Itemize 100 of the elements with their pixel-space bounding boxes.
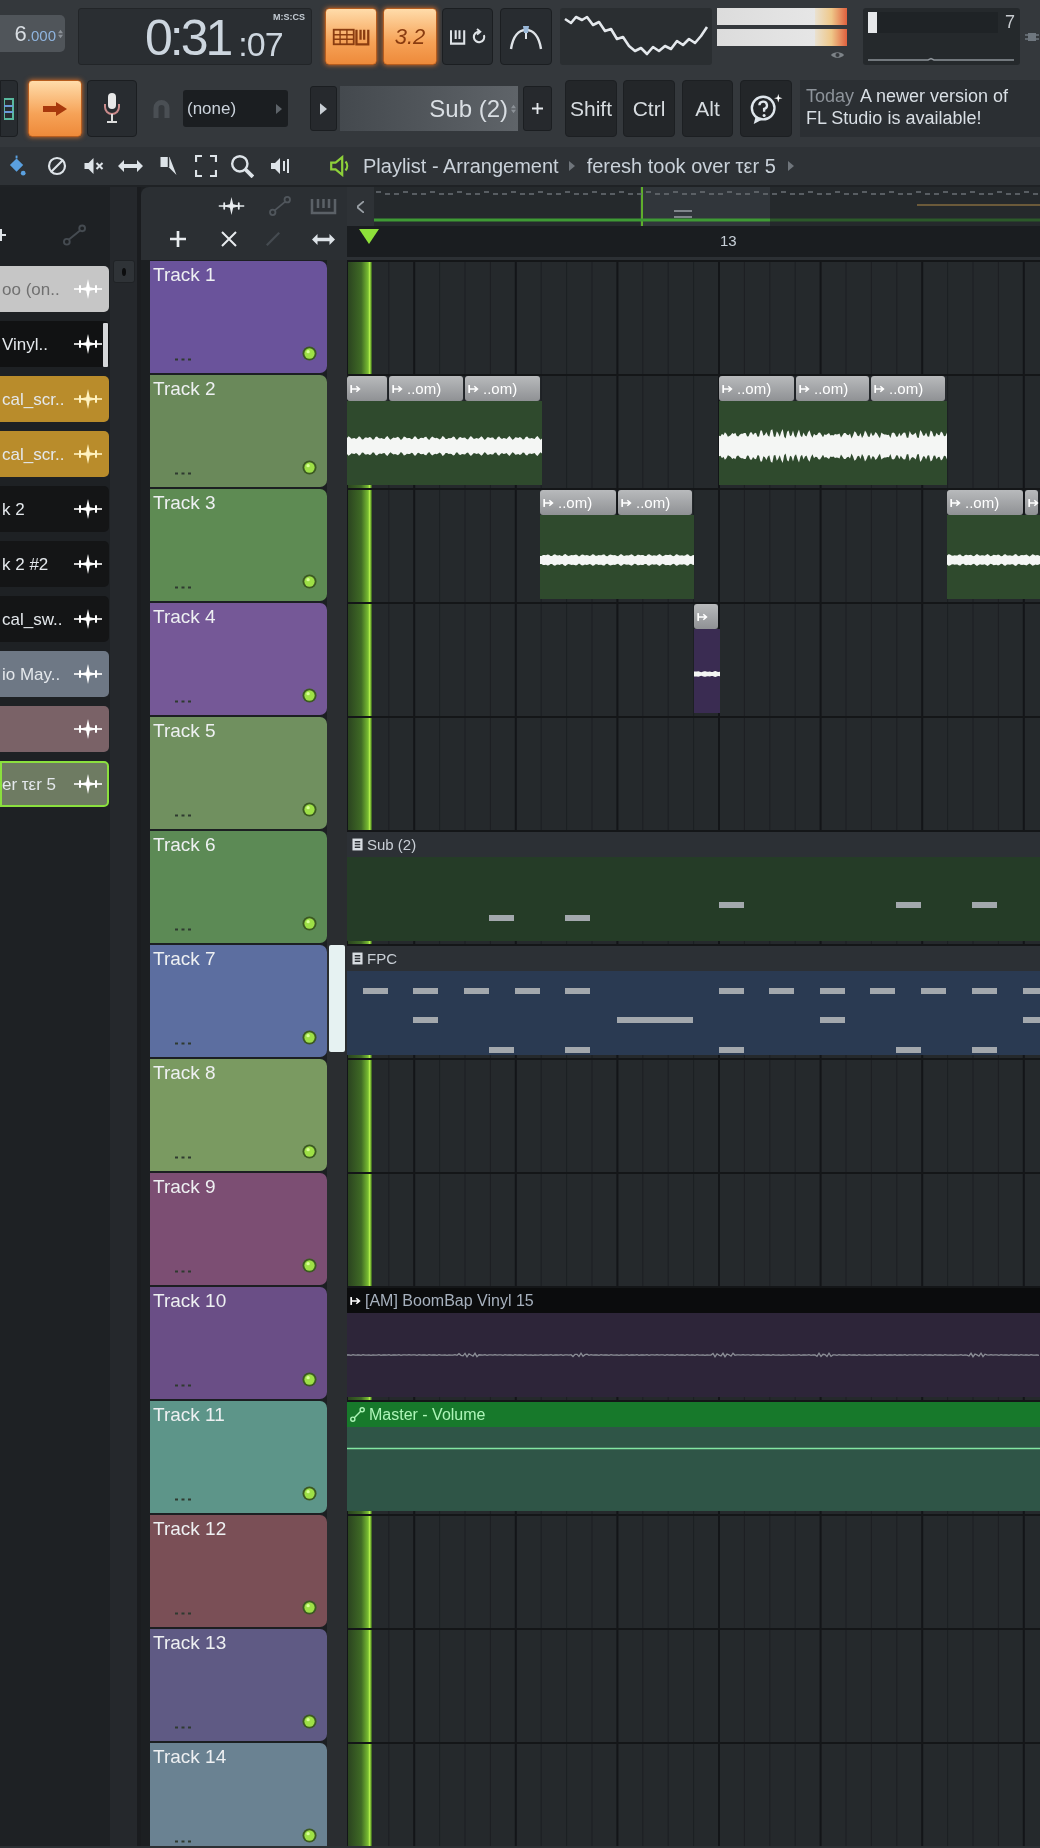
track-header[interactable]: Track 13 (150, 1629, 327, 1741)
tempo-display[interactable]: 6.000 (0, 15, 65, 52)
time-display[interactable]: 0:31 :07 M:S:CS (78, 8, 312, 65)
grip-dots-icon[interactable] (175, 814, 191, 817)
clip-body[interactable] (947, 515, 1025, 599)
track-header[interactable]: Track 14 (150, 1743, 327, 1846)
status-led-icon[interactable] (302, 688, 317, 703)
clip-body[interactable] (719, 401, 796, 485)
song-overview-drawing[interactable] (374, 187, 1040, 226)
track-header[interactable]: Track 6 (150, 831, 327, 943)
clip-header[interactable] (694, 604, 718, 629)
grip-dots-icon[interactable] (175, 1156, 191, 1159)
track-header[interactable]: Track 7 (150, 945, 327, 1057)
clip-header[interactable]: ..om) (465, 376, 540, 401)
mode-button[interactable]: 3.2 (383, 8, 437, 65)
clip-header[interactable]: [AM] BoomBap Vinyl 15 (347, 1288, 1040, 1313)
track-header[interactable]: Track 9 (150, 1173, 327, 1285)
track-header[interactable]: Track 11 (150, 1401, 327, 1513)
status-led-icon[interactable] (302, 1258, 317, 1273)
grip-dots-icon[interactable] (175, 1270, 191, 1273)
double-arrow-icon[interactable] (118, 159, 143, 173)
grip-dots-icon[interactable] (175, 1498, 191, 1501)
grip-dots-icon[interactable] (175, 700, 191, 703)
clip-source-item[interactable]: cal_sw.. (0, 596, 109, 642)
clip-source-item[interactable]: io May.. (0, 651, 109, 697)
status-led-icon[interactable] (302, 346, 317, 361)
track-header[interactable]: Track 5 (150, 717, 327, 829)
status-led-icon[interactable] (302, 802, 317, 817)
modifier-key[interactable]: Shift (565, 80, 617, 137)
snap-dropdown[interactable]: (none) (183, 90, 288, 127)
mute-icon[interactable] (82, 156, 105, 176)
status-led-icon[interactable] (302, 1828, 317, 1843)
clip-source-item[interactable]: er τεr 5 (0, 761, 109, 807)
grip-dots-icon[interactable] (175, 1612, 191, 1615)
magnifier-icon[interactable] (230, 154, 254, 178)
clip-header[interactable]: ..om) (871, 376, 945, 401)
speaker-icon[interactable] (269, 156, 291, 176)
status-led-icon[interactable] (302, 1486, 317, 1501)
clip-header[interactable]: ..om) (540, 490, 616, 515)
speaker-outline-icon[interactable] (329, 155, 351, 177)
clip-header[interactable]: ..om) (389, 376, 463, 401)
status-led-icon[interactable] (302, 1144, 317, 1159)
status-led-icon[interactable] (302, 1600, 317, 1615)
clip-body[interactable] (871, 401, 947, 485)
grip-dots-icon[interactable] (175, 586, 191, 589)
scroll-left-button[interactable] (347, 187, 374, 226)
status-led-icon[interactable] (302, 1030, 317, 1045)
status-led-icon[interactable] (302, 1714, 317, 1729)
clip-body[interactable] (347, 857, 1040, 941)
clip-body[interactable] (618, 515, 694, 599)
modifier-key[interactable]: Ctrl (623, 80, 675, 137)
grip-dots-icon[interactable] (175, 1042, 191, 1045)
clip-source-item[interactable] (0, 706, 109, 752)
status-led-icon[interactable] (302, 1372, 317, 1387)
clip-source-item[interactable]: cal_scr.. (0, 376, 109, 422)
chip-icon[interactable] (1025, 30, 1039, 43)
track-header[interactable]: Track 12 (150, 1515, 327, 1627)
clip-body[interactable] (347, 401, 389, 485)
clip-source-item[interactable]: cal_scr.. (0, 431, 109, 477)
track-header[interactable]: Track 8 (150, 1059, 327, 1171)
prohibited-icon[interactable] (47, 156, 67, 176)
paint-bucket-icon[interactable] (8, 155, 27, 177)
clip-header[interactable]: ..om) (947, 490, 1023, 515)
grip-dots-icon[interactable] (175, 358, 191, 361)
clip-header[interactable]: Sub (2) (347, 832, 1040, 857)
mode-button[interactable] (325, 8, 377, 65)
automation-line[interactable] (347, 1447, 1040, 1450)
clip-body[interactable] (694, 629, 720, 713)
plus-icon[interactable] (532, 103, 543, 114)
grip-dots-icon[interactable] (175, 1726, 191, 1729)
clip-body[interactable] (347, 1427, 1040, 1511)
plus-icon[interactable] (0, 228, 6, 241)
double-arrow-icon[interactable] (312, 232, 335, 246)
scrollbar-thumb[interactable] (103, 323, 108, 367)
toolbar-button[interactable] (87, 80, 137, 137)
modifier-key[interactable]: Alt (682, 80, 733, 137)
clip-header[interactable]: ..om) (618, 490, 692, 515)
eye-icon[interactable] (830, 50, 845, 60)
clip-source-item[interactable]: k 2 (0, 486, 109, 532)
clip-source-item[interactable]: k 2 #2 (0, 541, 109, 587)
mode-button[interactable] (500, 8, 552, 65)
clip-header[interactable]: ..om) (796, 376, 869, 401)
clip-body[interactable] (347, 971, 1040, 1055)
help-button[interactable] (740, 80, 792, 137)
status-led-icon[interactable] (302, 574, 317, 589)
clip-header[interactable]: FPC (347, 946, 1040, 971)
track-header[interactable]: Track 1 (150, 261, 327, 373)
clip-body[interactable] (540, 515, 618, 599)
current-clip-name[interactable]: feresh took over τεr 5 (586, 156, 776, 176)
mode-button[interactable] (442, 8, 493, 65)
corner-brackets-icon[interactable] (195, 155, 217, 177)
track-header[interactable]: Track 4 (150, 603, 327, 715)
plus-icon[interactable] (170, 231, 186, 247)
grip-dots-icon[interactable] (175, 1384, 191, 1387)
track-header[interactable]: Track 10 (150, 1287, 327, 1399)
clip-header[interactable] (1025, 490, 1038, 515)
clip-body[interactable] (347, 1313, 1040, 1397)
cross-icon[interactable] (220, 230, 238, 248)
grip-dots-icon[interactable] (175, 1840, 191, 1843)
clip-header[interactable]: ..om) (719, 376, 794, 401)
